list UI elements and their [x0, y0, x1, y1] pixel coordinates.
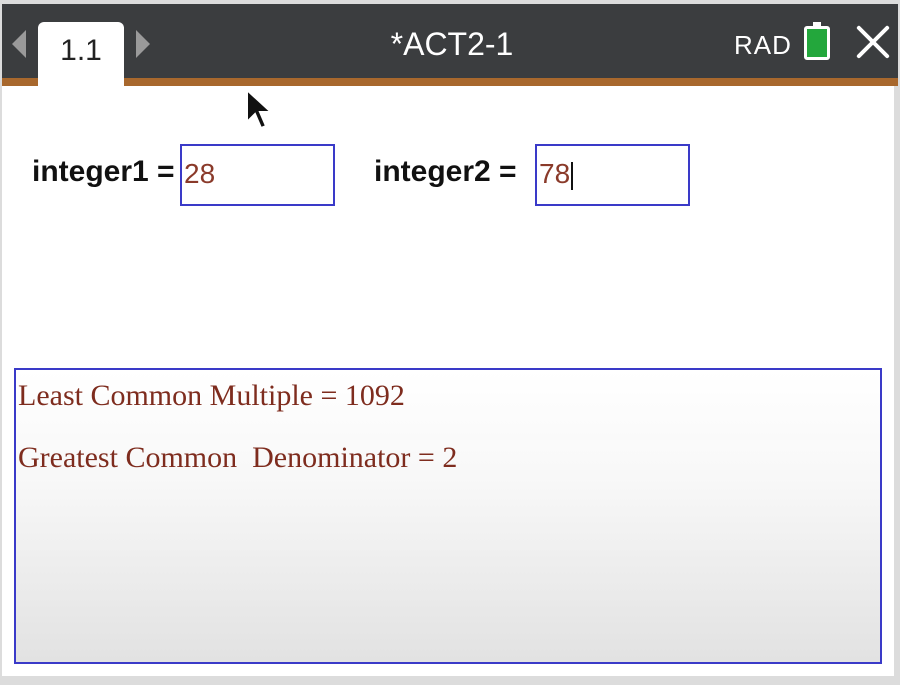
integer1-value: 28 [184, 158, 216, 189]
results-box[interactable]: Least Common Multiple = 1092 Greatest Co… [14, 368, 882, 664]
mouse-pointer-icon [246, 88, 274, 130]
text-caret [571, 161, 574, 190]
angle-mode-indicator: RAD [734, 30, 792, 60]
close-icon[interactable] [854, 22, 892, 60]
integer1-label: integer1 = [32, 155, 175, 188]
tab-label: 1.1 [60, 34, 102, 67]
battery-icon [804, 22, 830, 60]
nav-right-icon[interactable] [136, 30, 150, 58]
title-bar: 1.1 *ACT2-1 RAD [2, 4, 898, 86]
integer2-value: 78 [539, 158, 571, 189]
integer2-input[interactable]: 78 [535, 144, 690, 206]
integer1-input[interactable]: 28 [180, 144, 335, 206]
integer2-label: integer2 = [374, 155, 517, 188]
notes-page: integer1 = 28 integer2 = 78 Least Common… [2, 86, 894, 676]
nav-left-icon[interactable] [12, 30, 26, 58]
document-title: *ACT2-1 [390, 26, 514, 62]
tab-page-1-1[interactable]: 1.1 [38, 22, 124, 86]
lcm-result: Least Common Multiple = 1092 [18, 379, 405, 412]
calculator-screen: 1.1 *ACT2-1 RAD integer1 = 28 integer2 =… [0, 0, 900, 685]
gcd-result: Greatest Common Denominator = 2 [18, 441, 458, 474]
